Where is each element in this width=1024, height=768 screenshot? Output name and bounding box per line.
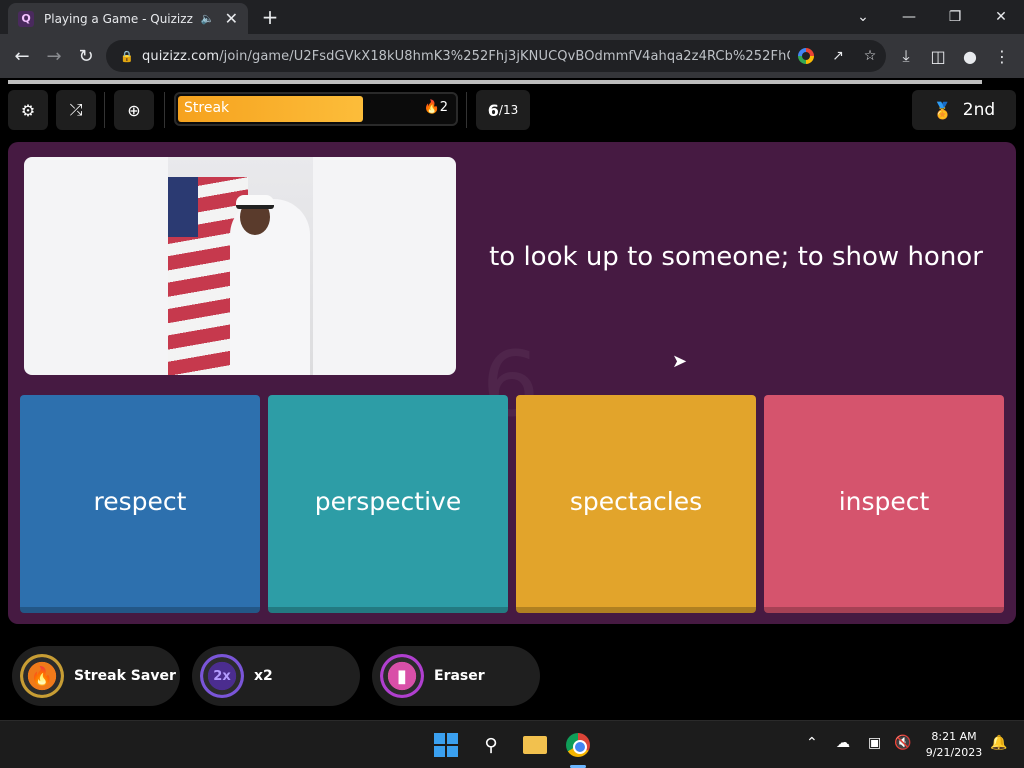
profile-icon[interactable]: ● bbox=[958, 44, 982, 68]
streak-bar: Streak 🔥2 bbox=[174, 92, 458, 126]
question-counter: 6/13 bbox=[476, 90, 530, 130]
zoom-in-icon[interactable]: ⊕ bbox=[114, 90, 154, 130]
share-icon[interactable]: ↗ bbox=[822, 48, 854, 64]
powerup-streak-saver[interactable]: 🔥 Streak Saver bbox=[12, 646, 180, 706]
divider bbox=[104, 92, 105, 128]
browser-tab[interactable]: Q Playing a Game - Quizizz 🔈 ✕ bbox=[8, 3, 248, 34]
windows-taskbar: ⚲ ⌃ ☁ ▣ 🔇 8:21 AM 9/21/2023 🔔 bbox=[0, 720, 1024, 768]
question-panel: 6 to look up to someone; to show honor r… bbox=[8, 142, 1016, 624]
address-bar[interactable]: 🔒 quizizz.com/join/game/U2FsdGVkX18kU8hm… bbox=[106, 40, 886, 72]
search-icon[interactable]: ⚲ bbox=[477, 731, 505, 759]
close-window-button[interactable]: ✕ bbox=[978, 0, 1024, 34]
browser-tab-bar: Q Playing a Game - Quizizz 🔈 ✕ + ⌄ — ❐ ✕ bbox=[0, 0, 1024, 34]
saluting-officer-photo bbox=[168, 157, 313, 375]
new-tab-button[interactable]: + bbox=[258, 5, 282, 29]
question-text: to look up to someone; to show honor bbox=[489, 242, 983, 272]
answer-option-4[interactable]: inspect bbox=[764, 395, 1004, 613]
mouse-cursor-icon: ➤ bbox=[672, 351, 688, 372]
close-tab-icon[interactable]: ✕ bbox=[225, 9, 238, 28]
medal-icon: 🏅 bbox=[932, 100, 953, 120]
restore-button[interactable]: ❐ bbox=[932, 0, 978, 34]
browser-toolbar: ← → ↻ 🔒 quizizz.com/join/game/U2FsdGVkX1… bbox=[0, 34, 1024, 78]
flame-icon: 🔥 bbox=[20, 654, 64, 698]
forward-button[interactable]: → bbox=[40, 42, 68, 70]
tab-search-icon[interactable]: ⌄ bbox=[840, 0, 886, 34]
file-explorer-icon[interactable] bbox=[521, 731, 549, 759]
notification-icon[interactable]: 🔔 bbox=[990, 735, 1007, 751]
2x-icon: 2x bbox=[200, 654, 244, 698]
shuffle-off-icon[interactable]: ⤮ bbox=[56, 90, 96, 130]
show-hidden-icons-chevron-icon[interactable]: ⌃ bbox=[806, 735, 818, 751]
back-button[interactable]: ← bbox=[8, 42, 36, 70]
google-lens-icon[interactable] bbox=[798, 48, 814, 64]
settings-gear-icon[interactable]: ⚙ bbox=[8, 90, 48, 130]
network-icon[interactable]: ▣ bbox=[868, 735, 881, 751]
streak-count: 🔥2 bbox=[423, 100, 448, 115]
powerup-x2[interactable]: 2x x2 bbox=[192, 646, 360, 706]
start-windows-icon[interactable] bbox=[432, 731, 460, 759]
powerup-eraser[interactable]: ▮ Eraser bbox=[372, 646, 540, 706]
reload-button[interactable]: ↻ bbox=[72, 42, 100, 70]
quiz-game-area: ⚙ ⤮ ⊕ Streak 🔥2 6/13 🏅 2nd 6 to look up … bbox=[0, 84, 1024, 720]
url-text[interactable]: quizizz.com/join/game/U2FsdGVkX18kU8hmK3… bbox=[142, 49, 790, 64]
chrome-icon[interactable] bbox=[564, 731, 592, 759]
volume-muted-icon[interactable]: 🔇 bbox=[894, 735, 911, 751]
side-panel-icon[interactable]: ◫ bbox=[926, 44, 950, 68]
speaker-icon[interactable]: 🔈 bbox=[201, 12, 215, 25]
quizizz-favicon-icon: Q bbox=[18, 10, 34, 27]
onedrive-cloud-icon[interactable]: ☁ bbox=[836, 735, 850, 751]
divider bbox=[164, 92, 165, 128]
question-image bbox=[24, 157, 456, 375]
divider bbox=[466, 92, 467, 128]
player-rank[interactable]: 🏅 2nd bbox=[912, 90, 1016, 130]
eraser-icon: ▮ bbox=[380, 654, 424, 698]
answer-option-1[interactable]: respect bbox=[20, 395, 260, 613]
answer-option-2[interactable]: perspective bbox=[268, 395, 508, 613]
streak-label: Streak bbox=[184, 100, 230, 116]
answer-option-3[interactable]: spectacles bbox=[516, 395, 756, 613]
system-clock[interactable]: 8:21 AM 9/21/2023 bbox=[918, 729, 990, 761]
minimize-button[interactable]: — bbox=[886, 0, 932, 34]
lock-icon[interactable]: 🔒 bbox=[120, 50, 134, 63]
tab-title: Playing a Game - Quizizz bbox=[44, 11, 193, 26]
bookmark-star-icon[interactable]: ☆ bbox=[854, 48, 886, 64]
rank-text: 2nd bbox=[962, 100, 996, 120]
menu-kebab-icon[interactable]: ⋮ bbox=[990, 44, 1014, 68]
download-icon[interactable]: ⤓ bbox=[894, 44, 918, 68]
